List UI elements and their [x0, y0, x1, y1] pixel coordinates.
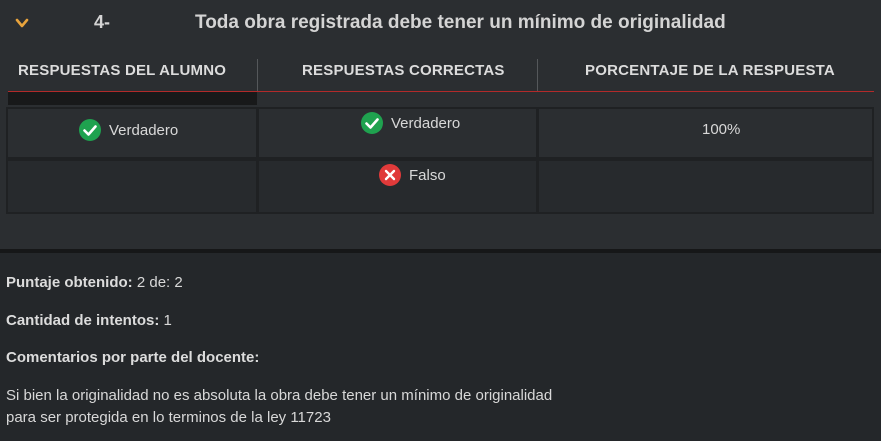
- question-panel: 4- Toda obra registrada debe tener un mí…: [0, 0, 881, 249]
- column-separator: [537, 59, 538, 91]
- correct-answer-label: Falso: [409, 166, 446, 184]
- comments-label: Comentarios por parte del docente:: [6, 349, 260, 366]
- attempts-value: 1: [163, 312, 172, 329]
- header-strip: [8, 92, 257, 105]
- table-cell-student-answer: [6, 159, 258, 214]
- comment-line: Si bien la originalidad no es absoluta l…: [6, 387, 553, 404]
- question-header[interactable]: 4- Toda obra registrada debe tener un mí…: [0, 0, 881, 44]
- student-answer-label: Verdadero: [109, 121, 179, 139]
- header-percentage: PORCENTAJE DE LA RESPUESTA: [585, 62, 835, 79]
- score-value: 2 de: 2: [136, 274, 183, 291]
- table-cell-percentage: [537, 159, 874, 214]
- check-circle-icon: [79, 119, 101, 141]
- check-circle-icon: [361, 112, 383, 134]
- chevron-down-icon[interactable]: [14, 15, 30, 31]
- comment-line: para ser protegida en lo terminos de la …: [6, 409, 331, 426]
- correct-answer-label: Verdadero: [391, 114, 461, 132]
- question-title: Toda obra registrada debe tener un mínim…: [195, 12, 726, 33]
- comments-heading: Comentarios por parte del docente:: [6, 349, 259, 366]
- header-correct-answers: RESPUESTAS CORRECTAS: [302, 62, 505, 79]
- x-circle-icon: [379, 164, 401, 186]
- header-student-answers: RESPUESTAS DEL ALUMNO: [18, 62, 227, 79]
- correct-answer: Verdadero: [361, 112, 460, 134]
- question-number: 4-: [94, 12, 111, 32]
- correct-answer: Falso: [379, 164, 446, 186]
- teacher-comment: Si bien la originalidad no es absoluta l…: [6, 385, 646, 429]
- column-separator: [257, 59, 258, 91]
- section-divider: [0, 249, 881, 253]
- attempts-line: Cantidad de intentos: 1: [6, 312, 172, 329]
- student-answer: Verdadero: [79, 119, 178, 141]
- score-line: Puntaje obtenido: 2 de: 2: [6, 274, 183, 291]
- attempts-label: Cantidad de intentos:: [6, 312, 160, 329]
- percentage-value: 100%: [702, 121, 741, 138]
- score-label: Puntaje obtenido:: [6, 274, 133, 291]
